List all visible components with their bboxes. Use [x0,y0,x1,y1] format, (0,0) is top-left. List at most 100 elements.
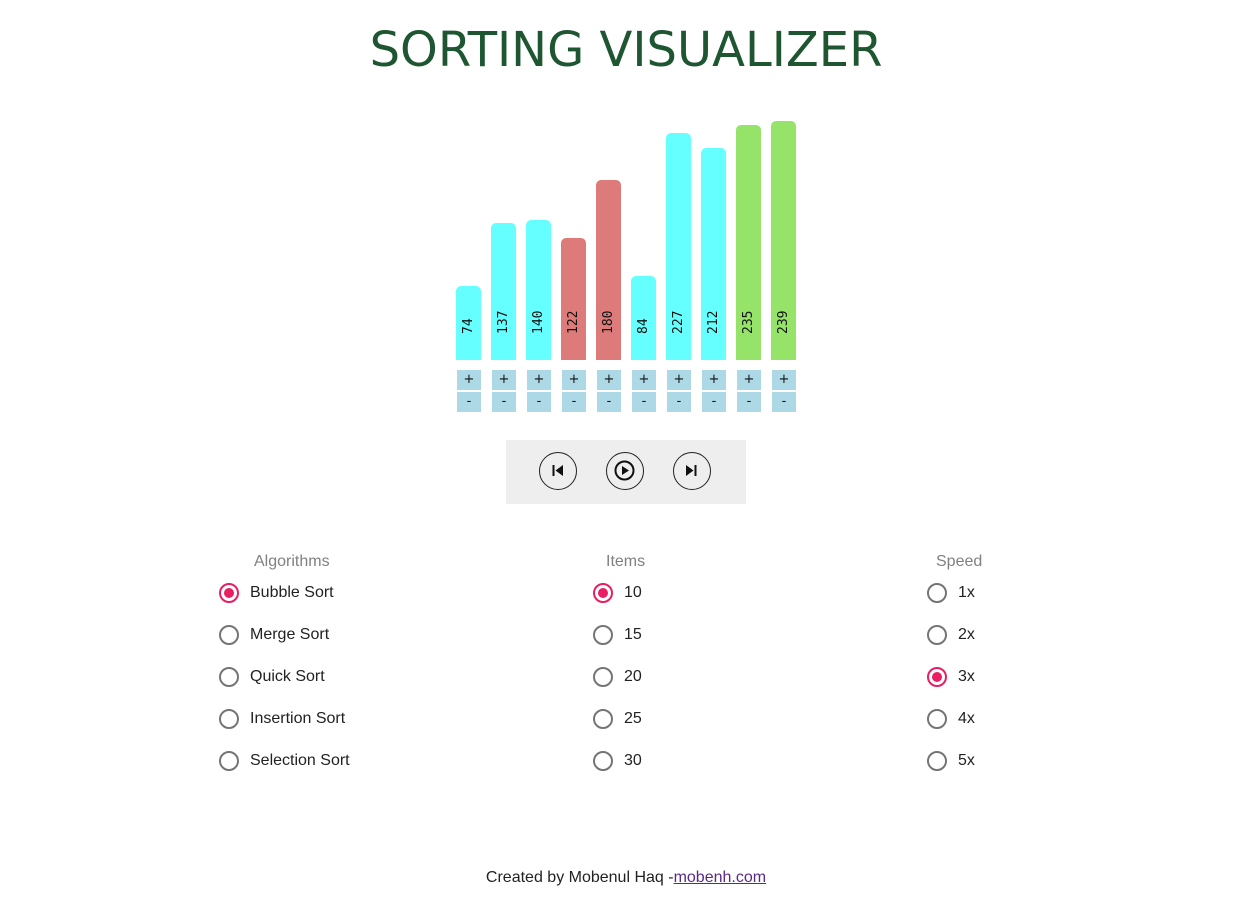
speed-option-label: 5x [958,752,975,769]
items-option-30[interactable]: 30 [593,749,642,773]
items-option-10[interactable]: 10 [593,581,642,605]
decrement-button[interactable]: - [597,392,621,412]
increment-button[interactable]: + [702,370,726,390]
speed-option-4x[interactable]: 4x [927,707,975,731]
items-option-20[interactable]: 20 [593,665,642,689]
radio-button[interactable] [927,751,947,771]
increment-button[interactable]: + [562,370,586,390]
decrement-button[interactable]: - [527,392,551,412]
radio-button[interactable] [927,709,947,729]
items-option-label: 10 [624,584,642,601]
radio-button[interactable] [927,625,947,645]
radio-button[interactable] [219,667,239,687]
bar: 180 [596,180,621,360]
items-option-label: 25 [624,710,642,727]
items-option-25[interactable]: 25 [593,707,642,731]
decrement-button[interactable]: - [702,392,726,412]
speed-option-1x[interactable]: 1x [927,581,975,605]
algorithms-title: Algorithms [254,553,330,570]
skip-next-icon [686,465,697,476]
speed-option-label: 3x [958,668,975,685]
bar-stepper: + - [597,370,621,412]
items-option-label: 20 [624,668,642,685]
decrement-button[interactable]: - [772,392,796,412]
radio-button[interactable] [219,625,239,645]
radio-button[interactable] [927,667,947,687]
bar-stepper: + - [737,370,761,412]
bar-value-label: 235 [740,310,756,334]
increment-button[interactable]: + [597,370,621,390]
increment-button[interactable]: + [737,370,761,390]
play-button[interactable] [606,452,644,490]
skip-previous-button[interactable] [539,452,577,490]
radio-button[interactable] [927,583,947,603]
bar: 235 [736,125,761,360]
radio-button[interactable] [593,709,613,729]
bar-stepper: + - [702,370,726,412]
increment-button[interactable]: + [527,370,551,390]
bar: 84 [631,276,656,360]
bar-value-label: 180 [600,310,616,334]
algorithm-option-label: Quick Sort [250,668,325,685]
play-icon [614,460,635,481]
increment-button[interactable]: + [457,370,481,390]
bar: 239 [771,121,796,360]
radio-button[interactable] [593,625,613,645]
decrement-button[interactable]: - [667,392,691,412]
footer-website-link[interactable]: mobenh.com [674,869,767,886]
radio-button[interactable] [593,667,613,687]
bar: 74 [456,286,481,360]
algorithm-option-label: Merge Sort [250,626,330,643]
bar-value-label: 239 [775,310,791,334]
decrement-button[interactable]: - [737,392,761,412]
bar: 212 [701,148,726,360]
bar-stepper: + - [772,370,796,412]
speed-title: Speed [936,553,983,570]
bar-chart: 74 137 140 122 180 84 227 212 235 239 [456,110,801,360]
items-option-label: 15 [624,626,642,643]
increment-button[interactable]: + [632,370,656,390]
radio-button[interactable] [593,751,613,771]
algorithm-option-insertion-sort[interactable]: Insertion Sort [219,707,345,731]
increment-button[interactable]: + [772,370,796,390]
bar: 122 [561,238,586,360]
bar: 137 [491,223,516,360]
radio-button[interactable] [593,583,613,603]
page-title: SORTING VISUALIZER [369,22,883,78]
bar-value-label: 227 [670,310,686,334]
algorithm-option-merge-sort[interactable]: Merge Sort [219,623,329,647]
speed-option-5x[interactable]: 5x [927,749,975,773]
algorithm-option-selection-sort[interactable]: Selection Sort [219,749,350,773]
items-option-label: 30 [624,752,642,769]
speed-option-label: 2x [958,626,975,643]
skip-next-button[interactable] [673,452,711,490]
items-title: Items [606,553,646,570]
items-option-15[interactable]: 15 [593,623,642,647]
footer: Created by Mobenul Haq -mobenh.com [0,869,1252,887]
radio-button[interactable] [219,583,239,603]
bar-value-label: 140 [530,310,546,334]
radio-button[interactable] [219,751,239,771]
bar: 140 [526,220,551,360]
bar-value-label: 74 [460,318,476,334]
footer-credit-text: Created by Mobenul Haq - [485,869,674,886]
bar-stepper: + - [667,370,691,412]
speed-option-label: 4x [958,710,975,727]
bar-steppers: + - + - + - + - + - + - + - + - + - + - [456,370,801,412]
decrement-button[interactable]: - [457,392,481,412]
increment-button[interactable]: + [492,370,516,390]
speed-option-2x[interactable]: 2x [927,623,975,647]
increment-button[interactable]: + [667,370,691,390]
algorithm-option-quick-sort[interactable]: Quick Sort [219,665,325,689]
speed-option-3x[interactable]: 3x [927,665,975,689]
playback-controls [506,440,746,504]
bar-value-label: 212 [705,310,721,334]
speed-option-label: 1x [958,584,975,601]
decrement-button[interactable]: - [562,392,586,412]
radio-button[interactable] [219,709,239,729]
decrement-button[interactable]: - [492,392,516,412]
skip-previous-icon [552,465,563,476]
algorithm-option-bubble-sort[interactable]: Bubble Sort [219,581,334,605]
bar-value-label: 84 [635,318,651,334]
decrement-button[interactable]: - [632,392,656,412]
